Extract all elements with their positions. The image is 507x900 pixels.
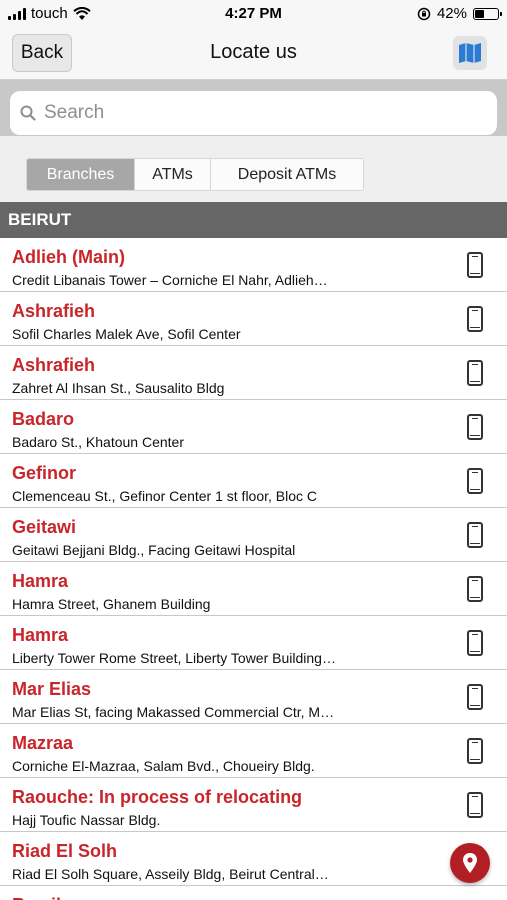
branch-name: Hamra xyxy=(12,625,69,645)
location-pin-icon xyxy=(463,853,477,873)
branch-address: Riad El Solh Square, Asseily Bldg, Beiru… xyxy=(12,866,329,882)
battery-icon xyxy=(473,7,502,20)
branch-list-item[interactable]: Riad El Solh Riad El Solh Square, Asseily… xyxy=(0,832,507,886)
branch-list-item[interactable]: Geitawi Geitawi Bejjani Bldg., Facing Gei… xyxy=(0,508,507,562)
phone-icon[interactable] xyxy=(467,360,483,386)
branch-name: Riad El Solh xyxy=(12,841,118,861)
battery-percent: 42% xyxy=(436,5,467,22)
branch-list-item[interactable]: Badaro Badaro St., Khatoun Center xyxy=(0,400,507,454)
branch-address: Clemenceau St., Gefinor Center 1 st floo… xyxy=(12,488,318,504)
branch-list-item[interactable]: Ashrafieh Sofil Charles Malek Ave, Sofil … xyxy=(0,292,507,346)
phone-icon[interactable] xyxy=(467,468,483,494)
branch-address: Hamra Street, Ghanem Building xyxy=(12,596,211,612)
location-button[interactable] xyxy=(450,843,490,883)
search-bar-area xyxy=(0,80,507,136)
phone-icon[interactable] xyxy=(467,576,483,602)
back-button[interactable]: Back xyxy=(12,34,72,72)
branch-list-item[interactable]: Rmeil xyxy=(0,886,507,900)
branch-name: Gefinor xyxy=(12,463,77,483)
phone-icon[interactable] xyxy=(467,252,483,278)
branch-address: Badaro St., Khatoun Center xyxy=(12,434,184,450)
location-type-tabs: Branches ATMs Deposit ATMs xyxy=(26,158,364,191)
branch-list-item[interactable]: Ashrafieh Zahret Al Ihsan St., Sausalito … xyxy=(0,346,507,400)
phone-icon[interactable] xyxy=(467,306,483,332)
phone-icon[interactable] xyxy=(467,414,483,440)
branch-name: Raouche: In process of relocating xyxy=(12,787,303,807)
phone-icon[interactable] xyxy=(467,792,483,818)
branch-address: Credit Libanais Tower – Corniche El Nahr… xyxy=(12,272,328,288)
search-icon xyxy=(20,105,36,121)
navigation-bar: Back Locate us xyxy=(0,28,507,80)
branch-name: Ashrafieh xyxy=(12,355,96,375)
status-right: 42% xyxy=(417,5,502,22)
phone-icon[interactable] xyxy=(467,522,483,548)
map-button[interactable] xyxy=(453,36,487,70)
search-box[interactable] xyxy=(10,91,497,135)
section-header-beirut: BEIRUT xyxy=(0,202,507,238)
branch-list: Adlieh (Main) Credit Libanais Tower – Cor… xyxy=(0,238,507,900)
branch-list-item[interactable]: Mar Elias Mar Elias St, facing Makassed C… xyxy=(0,670,507,724)
branch-list-item[interactable]: Adlieh (Main) Credit Libanais Tower – Cor… xyxy=(0,238,507,292)
branch-list-item[interactable]: Gefinor Clemenceau St., Gefinor Center 1 … xyxy=(0,454,507,508)
branch-list-item[interactable]: Hamra Liberty Tower Rome Street, Liberty … xyxy=(0,616,507,670)
branch-address: Hajj Toufic Nassar Bldg. xyxy=(12,812,161,828)
branch-address: Geitawi Bejjani Bldg., Facing Geitawi Ho… xyxy=(12,542,296,558)
status-bar: touch 4:27 PM 42% xyxy=(0,0,507,28)
phone-icon[interactable] xyxy=(467,738,483,764)
branch-name: Adlieh (Main) xyxy=(12,247,125,267)
branch-name: Mazraa xyxy=(12,733,74,753)
branch-name: Ashrafieh xyxy=(12,301,96,321)
branch-list-item[interactable]: Raouche: In process of relocating Hajj To… xyxy=(0,778,507,832)
branch-address: Sofil Charles Malek Ave, Sofil Center xyxy=(12,326,241,342)
segment-area: Branches ATMs Deposit ATMs xyxy=(0,136,507,202)
branch-address: Mar Elias St, facing Makassed Commercial… xyxy=(12,704,335,720)
branch-name: Hamra xyxy=(12,571,69,591)
page-title: Locate us xyxy=(210,41,297,63)
branch-address: Zahret Al Ihsan St., Sausalito Bldg xyxy=(12,380,225,396)
tab-atms[interactable]: ATMs xyxy=(135,159,211,190)
tab-deposit-atms[interactable]: Deposit ATMs xyxy=(211,159,363,190)
branch-name: Geitawi xyxy=(12,517,77,537)
branch-list-item[interactable]: Mazraa Corniche El-Mazraa, Salam Bvd., Ch… xyxy=(0,724,507,778)
branch-list-item[interactable]: Hamra Hamra Street, Ghanem Building xyxy=(0,562,507,616)
map-icon xyxy=(459,43,481,63)
rotation-lock-icon xyxy=(417,7,431,20)
phone-icon[interactable] xyxy=(467,630,483,656)
phone-icon[interactable] xyxy=(467,684,483,710)
branch-name: Badaro xyxy=(12,409,75,429)
tab-branches[interactable]: Branches xyxy=(27,159,135,190)
branch-name: Rmeil xyxy=(12,895,61,900)
branch-name: Mar Elias xyxy=(12,679,92,699)
search-input[interactable] xyxy=(44,102,464,124)
branch-address: Liberty Tower Rome Street, Liberty Tower… xyxy=(12,650,336,666)
branch-address: Corniche El-Mazraa, Salam Bvd., Choueiry… xyxy=(12,758,315,774)
